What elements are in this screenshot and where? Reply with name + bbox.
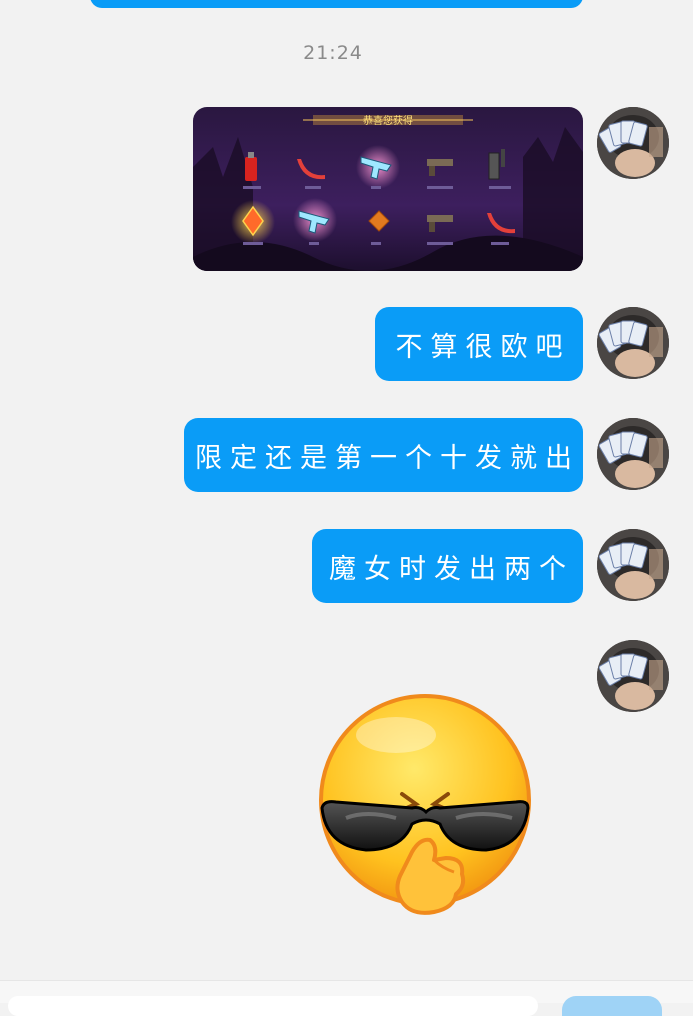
message-bubble[interactable]: 魔女时发出两个 xyxy=(312,529,583,603)
avatar-image xyxy=(597,640,669,712)
user-avatar[interactable] xyxy=(597,107,669,179)
avatar-image xyxy=(597,529,669,601)
user-avatar[interactable] xyxy=(597,529,669,601)
message-text: 限定还是第一个十发就出 xyxy=(195,442,580,474)
reward-screen-image: 恭喜您获得 xyxy=(193,107,583,271)
avatar-image xyxy=(597,307,669,379)
user-avatar[interactable] xyxy=(597,640,669,712)
message-bubble[interactable]: 限定还是第一个十发就出 xyxy=(184,418,583,492)
previous-message-bubble[interactable] xyxy=(90,0,583,8)
sunglasses-emoji-icon xyxy=(319,694,531,915)
message-input[interactable] xyxy=(8,996,538,1016)
timestamp: 21:24 xyxy=(303,42,363,64)
avatar-image xyxy=(597,418,669,490)
sunglasses-emoji-sticker[interactable] xyxy=(316,690,536,925)
message-text: 魔女时发出两个 xyxy=(329,553,574,585)
message-bubble[interactable]: 不算很欧吧 xyxy=(375,307,583,381)
message-text: 不算很欧吧 xyxy=(395,331,571,363)
user-avatar[interactable] xyxy=(597,307,669,379)
avatar-image xyxy=(597,107,669,179)
send-button[interactable] xyxy=(562,996,662,1016)
game-screenshot-image[interactable]: 恭喜您获得 xyxy=(193,107,583,271)
user-avatar[interactable] xyxy=(597,418,669,490)
reward-banner-text: 恭喜您获得 xyxy=(363,114,413,127)
